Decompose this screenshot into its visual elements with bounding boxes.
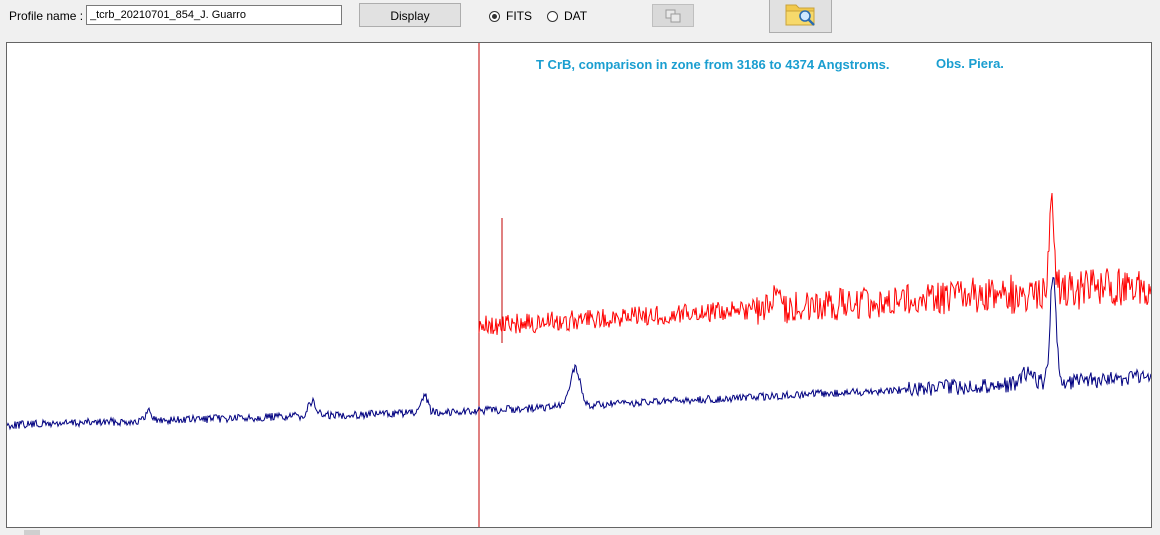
radio-dat-indicator[interactable] [547,10,558,22]
spectrum-plot: T CrB, comparison in zone from 3186 to 4… [6,42,1152,528]
scroll-nub [24,530,40,535]
radio-fits-label[interactable]: FITS [506,9,532,23]
spectrum-series-comparison [7,276,1151,431]
open-file-button[interactable] [769,0,832,33]
radio-dat[interactable]: DAT [547,8,587,24]
display-button[interactable]: Display [359,3,461,27]
profile-name-label: Profile name : [9,9,84,23]
spectrum-svg [7,43,1151,527]
toolbar: Profile name : Display FITS DAT [0,0,1160,40]
observer-note: Obs. Piera. [936,56,1004,71]
copy-button[interactable] [652,4,694,27]
profile-name-input[interactable] [86,5,342,25]
radio-fits-indicator[interactable] [489,10,500,22]
radio-fits[interactable]: FITS [489,8,532,24]
plot-title: T CrB, comparison in zone from 3186 to 4… [536,57,890,72]
folder-search-icon [785,4,815,26]
radio-dat-label[interactable]: DAT [564,9,587,23]
copy-icon [665,9,681,22]
